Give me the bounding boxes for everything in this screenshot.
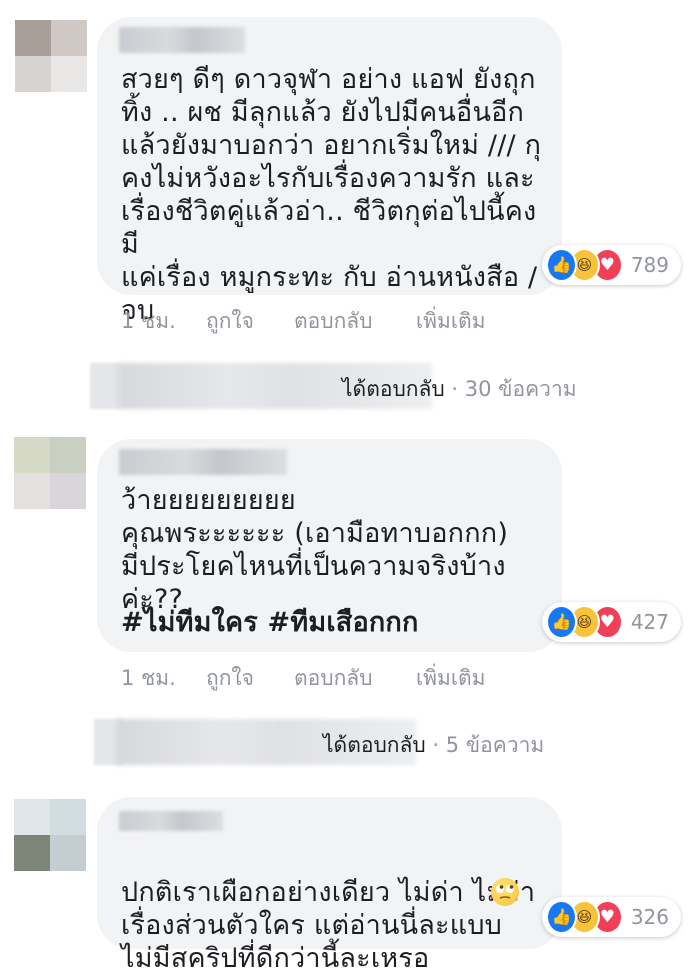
more-button[interactable]: เพิ่มเติม [416,305,486,338]
comment-text-body: ปกติเราเผือกอย่างเดียว ไม่ด่า ไม่ว่า เรื… [121,877,535,974]
comment-actions: 1 ชม. ถูกใจ ตอบกลับ เพิ่มเติม [121,305,486,338]
avatar[interactable] [14,437,86,509]
reply-button[interactable]: ตอบกลับ [294,662,416,695]
like-reaction-icon: 👍 [546,248,577,282]
reaction-count: 789 [630,253,669,277]
like-button[interactable]: ถูกใจ [206,662,294,695]
replies-count: · 30 ข้อความ [451,377,577,401]
replies-label: ได้ตอบกลับ [323,733,426,757]
timestamp[interactable]: 1 ชม. [121,305,206,338]
avatar[interactable] [14,799,86,871]
view-replies-link[interactable]: ได้ตอบกลับ · 5 ข้อความ [94,719,594,765]
reaction-count: 326 [630,905,669,929]
reaction-summary[interactable]: 👍 😆 ♥ 326 [542,897,681,937]
replies-summary: ได้ตอบกลับ · 5 ข้อความ [323,729,544,762]
comment-actions: 1 ชม. ถูกใจ ตอบกลับ เพิ่มเติม [121,662,486,695]
reaction-summary[interactable]: 👍 😆 ♥ 427 [542,602,681,642]
comment-text: ว้ายยยยยยยยย คุณพระะะะะะ (เอามือทาบอกกก)… [121,485,509,615]
reaction-count: 427 [630,610,669,634]
hashtags[interactable]: #ไม่ทีมใคร #ทีมเสือกกก [121,606,551,639]
view-replies-link[interactable]: ได้ตอบกลับ · 30 ข้อความ [90,363,610,409]
like-reaction-icon: 👍 [546,900,577,934]
comment-text: ปกติเราเผือกอย่างเดียว ไม่ด่า ไม่ว่า เรื… [121,843,551,975]
replies-count: · 5 ข้อความ [432,733,545,757]
avatar[interactable] [15,20,87,92]
replies-label: ได้ตอบกลับ [342,377,445,401]
like-button[interactable]: ถูกใจ [206,305,294,338]
reply-avatar [90,363,120,409]
timestamp[interactable]: 1 ชม. [121,662,206,695]
comment-bubble: ปกติเราเผือกอย่างเดียว ไม่ด่า ไม่ว่า เรื… [97,797,562,974]
author-name-blurred[interactable] [119,811,223,831]
like-reaction-icon: 👍 [546,605,577,639]
author-name-blurred[interactable] [119,27,245,53]
author-name-blurred[interactable] [119,449,287,475]
replies-summary: ได้ตอบกลับ · 30 ข้อความ [342,373,577,406]
comment-bubble: สวยๆ ดีๆ ดาวจุฬา อย่าง แอฟ ยังถุก ทิ้ง .… [97,17,562,326]
comment-text: สวยๆ ดีๆ ดาวจุฬา อย่าง แอฟ ยังถุก ทิ้ง .… [121,64,542,326]
reaction-summary[interactable]: 👍 😆 ♥ 789 [542,245,681,285]
more-button[interactable]: เพิ่มเติม [416,662,486,695]
comment-bubble: ว้ายยยยยยยยย คุณพระะะะะะ (เอามือทาบอกกก)… [97,439,562,652]
rolling-eyes-emoji [491,878,519,906]
reply-button[interactable]: ตอบกลับ [294,305,416,338]
